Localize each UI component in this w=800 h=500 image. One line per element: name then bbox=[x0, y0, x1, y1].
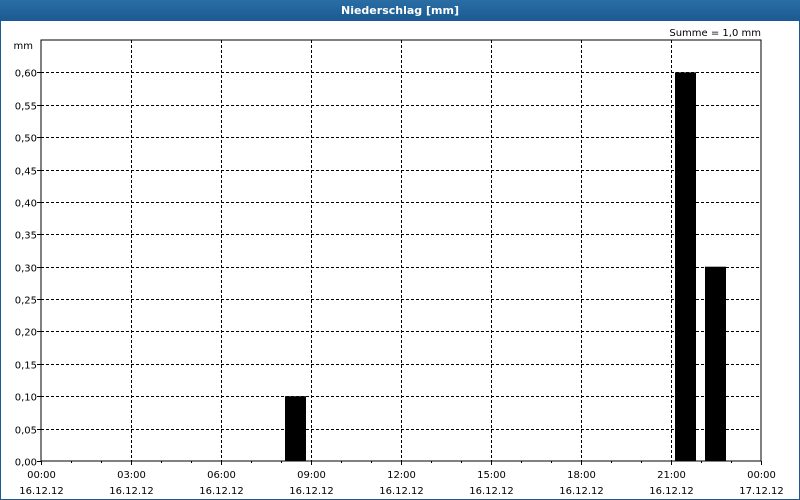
y-tick-label: 0,45 bbox=[15, 167, 37, 178]
x-tick-date-label: 16.12.12 bbox=[649, 486, 694, 497]
sum-label: Summe = 1,0 mm bbox=[669, 28, 761, 39]
x-tick-date-label: 16.12.12 bbox=[109, 486, 154, 497]
y-tick-label: 0,50 bbox=[15, 134, 37, 145]
x-tick-time-label: 03:00 bbox=[117, 470, 146, 481]
x-tick-date-label: 17.12.12 bbox=[739, 486, 784, 497]
x-tick-time-label: 15:00 bbox=[477, 470, 506, 481]
x-tick-time-label: 18:00 bbox=[567, 470, 596, 481]
x-tick-date-label: 16.12.12 bbox=[19, 486, 64, 497]
y-tick-label: 0,20 bbox=[15, 328, 37, 339]
y-tick-label: 0,05 bbox=[15, 426, 37, 437]
y-tick-label: 0,55 bbox=[15, 102, 37, 113]
y-tick-label: 0,60 bbox=[15, 69, 37, 80]
y-tick-label: 0,00 bbox=[15, 458, 37, 469]
y-tick-label: 0,25 bbox=[15, 296, 37, 307]
y-tick-label: 0,10 bbox=[15, 393, 37, 404]
precipitation-chart: 0,00 0,05 0,10 0,15 0,20 0,25 0,30 0,35 0,40 0,45… bbox=[14, 28, 784, 497]
x-tick-date-label: 16.12.12 bbox=[289, 486, 334, 497]
x-tick-date-label: 16.12.12 bbox=[379, 486, 424, 497]
y-tick-label: 0,30 bbox=[15, 264, 37, 275]
precipitation-bar bbox=[675, 72, 696, 461]
y-axis-unit-label: mm bbox=[14, 41, 33, 52]
x-tick-time-label: 09:00 bbox=[297, 470, 326, 481]
x-tick-date-label: 16.12.12 bbox=[469, 486, 514, 497]
x-tick-time-label: 00:00 bbox=[747, 470, 776, 481]
x-tick-time-label: 12:00 bbox=[387, 470, 416, 481]
precipitation-bar bbox=[285, 396, 306, 461]
y-tick-label: 0,15 bbox=[15, 361, 37, 372]
x-tick-time-label: 06:00 bbox=[207, 470, 236, 481]
y-tick-label: 0,40 bbox=[15, 199, 37, 210]
x-tick-time-label: 00:00 bbox=[27, 470, 56, 481]
precipitation-bar bbox=[705, 266, 726, 461]
x-tick-date-label: 16.12.12 bbox=[199, 486, 244, 497]
x-tick-date-label: 16.12.12 bbox=[559, 486, 604, 497]
y-tick-label: 0,35 bbox=[15, 231, 37, 242]
x-tick-time-label: 21:00 bbox=[657, 470, 686, 481]
